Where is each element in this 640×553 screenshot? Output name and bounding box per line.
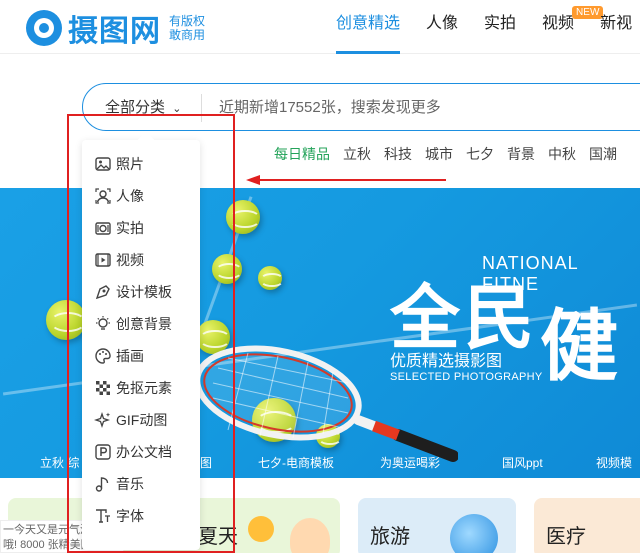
topic-link[interactable]: 国风ppt	[502, 454, 543, 471]
checker-icon	[96, 381, 110, 395]
menu-item-office-docs[interactable]: 办公文档	[94, 440, 172, 464]
portrait-icon	[95, 188, 111, 204]
menu-item-photo[interactable]: 照片	[94, 152, 144, 176]
search-bar: 全部分类 ⌄	[82, 83, 640, 131]
menu-item-design-template[interactable]: 设计模板	[94, 280, 172, 304]
sun-icon	[248, 516, 274, 542]
menu-item-cutout-elements[interactable]: 免抠元素	[94, 376, 172, 400]
menu-item-label: 人像	[116, 188, 144, 204]
card-label: 医疗	[546, 526, 586, 548]
logo-text: 摄图网	[68, 14, 161, 49]
hot-tag[interactable]: 国潮	[589, 144, 617, 164]
topic-link[interactable]: 为奥运喝彩	[380, 454, 440, 471]
menu-caret	[137, 131, 155, 149]
menu-item-label: 免抠元素	[116, 380, 172, 396]
card-label: 夏天	[198, 526, 238, 548]
globe-icon	[450, 514, 498, 553]
menu-item-label: 音乐	[116, 476, 144, 492]
hot-tag[interactable]: 科技	[384, 144, 412, 164]
topic-link[interactable]: 七夕-电商模板	[258, 454, 334, 471]
page: 摄图网 有版权 敢商用 创意精选 人像 实拍 视频 NEW 新视 全部分类 ⌄ …	[0, 0, 640, 553]
top-header: 摄图网 有版权 敢商用 创意精选 人像 实拍 视频 NEW 新视	[0, 0, 640, 54]
p-doc-icon	[95, 444, 111, 460]
tennis-ball	[258, 266, 284, 290]
hot-tag[interactable]: 七夕	[466, 144, 494, 164]
new-badge: NEW	[572, 6, 604, 19]
menu-item-music[interactable]: 音乐	[94, 472, 144, 496]
topic-link[interactable]: 图	[200, 454, 212, 471]
tennis-ball	[212, 254, 243, 284]
card-travel[interactable]: 旅游	[358, 498, 516, 553]
category-dropdown-menu: 照片 人像 实拍 视频 设计模板 创意背景 插画 免抠元素 GIF动图 办公文档…	[82, 131, 200, 550]
nav-new-video[interactable]: 新视	[600, 0, 632, 54]
menu-item-label: 照片	[116, 156, 144, 172]
nav-video-label: 视频	[542, 15, 575, 32]
menu-item-creative-background[interactable]: 创意背景	[94, 312, 172, 336]
menu-item-label: 实拍	[116, 220, 144, 236]
menu-item-font[interactable]: 字体	[94, 504, 144, 528]
nav-video[interactable]: 视频 NEW	[542, 0, 604, 54]
topic-link[interactable]: 立秋 综	[40, 454, 79, 471]
category-label: 全部分类	[105, 99, 166, 116]
nav-creative-picks[interactable]: 创意精选	[336, 0, 401, 54]
search-divider	[201, 94, 202, 122]
banner-title-secondary: 健	[540, 302, 619, 392]
banner-subtitle: 优质精选摄影图	[390, 353, 503, 370]
font-icon	[96, 509, 110, 523]
menu-item-illustration[interactable]: 插画	[94, 344, 144, 368]
logo-camera-icon	[26, 10, 62, 46]
menu-item-gif[interactable]: GIF动图	[94, 408, 167, 432]
hot-tags: 每日精品 立秋 科技 城市 七夕 背景 中秋 国潮	[274, 144, 630, 164]
music-icon	[95, 477, 109, 492]
menu-item-label: 办公文档	[116, 444, 172, 460]
banner-subtitle-en: SELECTED PHOTOGRAPHY	[390, 371, 543, 383]
sparkle-icon	[94, 411, 111, 429]
menu-item-portrait[interactable]: 人像	[94, 184, 144, 208]
menu-item-video[interactable]: 视频	[94, 248, 144, 272]
hot-tag[interactable]: 城市	[425, 144, 453, 164]
menu-item-label: GIF动图	[116, 412, 168, 428]
tennis-ball	[226, 200, 261, 234]
main-nav: 创意精选 人像 实拍 视频 NEW 新视	[336, 0, 640, 54]
kid-illustration-icon	[290, 518, 330, 553]
design-icon	[95, 285, 110, 300]
chevron-down-icon: ⌄	[172, 103, 182, 115]
nav-real-shot[interactable]: 实拍	[484, 0, 516, 54]
hot-tag[interactable]: 中秋	[548, 144, 576, 164]
hot-tag[interactable]: 背景	[507, 144, 535, 164]
annotation-arrow	[246, 175, 446, 185]
menu-item-label: 字体	[116, 508, 144, 524]
category-dropdown[interactable]: 全部分类 ⌄	[105, 84, 181, 133]
card-medical[interactable]: 医疗	[534, 498, 640, 553]
menu-item-label: 设计模板	[116, 284, 172, 300]
menu-item-real-shot[interactable]: 实拍	[94, 216, 144, 240]
palette-icon	[95, 348, 111, 364]
hot-tag[interactable]: 每日精品	[274, 144, 330, 164]
logo[interactable]: 摄图网 有版权 敢商用	[26, 6, 205, 50]
camera-film-icon	[95, 222, 111, 235]
search-input[interactable]	[219, 85, 639, 129]
slogan-line-1: 有版权	[169, 14, 206, 28]
card-label: 旅游	[370, 526, 410, 548]
video-icon	[95, 253, 111, 267]
photo-icon	[95, 157, 111, 171]
slogan-line-2: 敢商用	[169, 28, 206, 42]
menu-item-label: 视频	[116, 252, 144, 268]
bulb-icon	[96, 316, 110, 330]
logo-slogan: 有版权 敢商用	[169, 14, 205, 42]
hot-tag[interactable]: 立秋	[343, 144, 371, 164]
menu-item-label: 插画	[116, 348, 144, 364]
topic-link[interactable]: 视频模	[596, 454, 632, 471]
nav-portrait[interactable]: 人像	[426, 0, 458, 54]
menu-item-label: 创意背景	[116, 316, 172, 332]
tennis-ball	[46, 300, 86, 340]
